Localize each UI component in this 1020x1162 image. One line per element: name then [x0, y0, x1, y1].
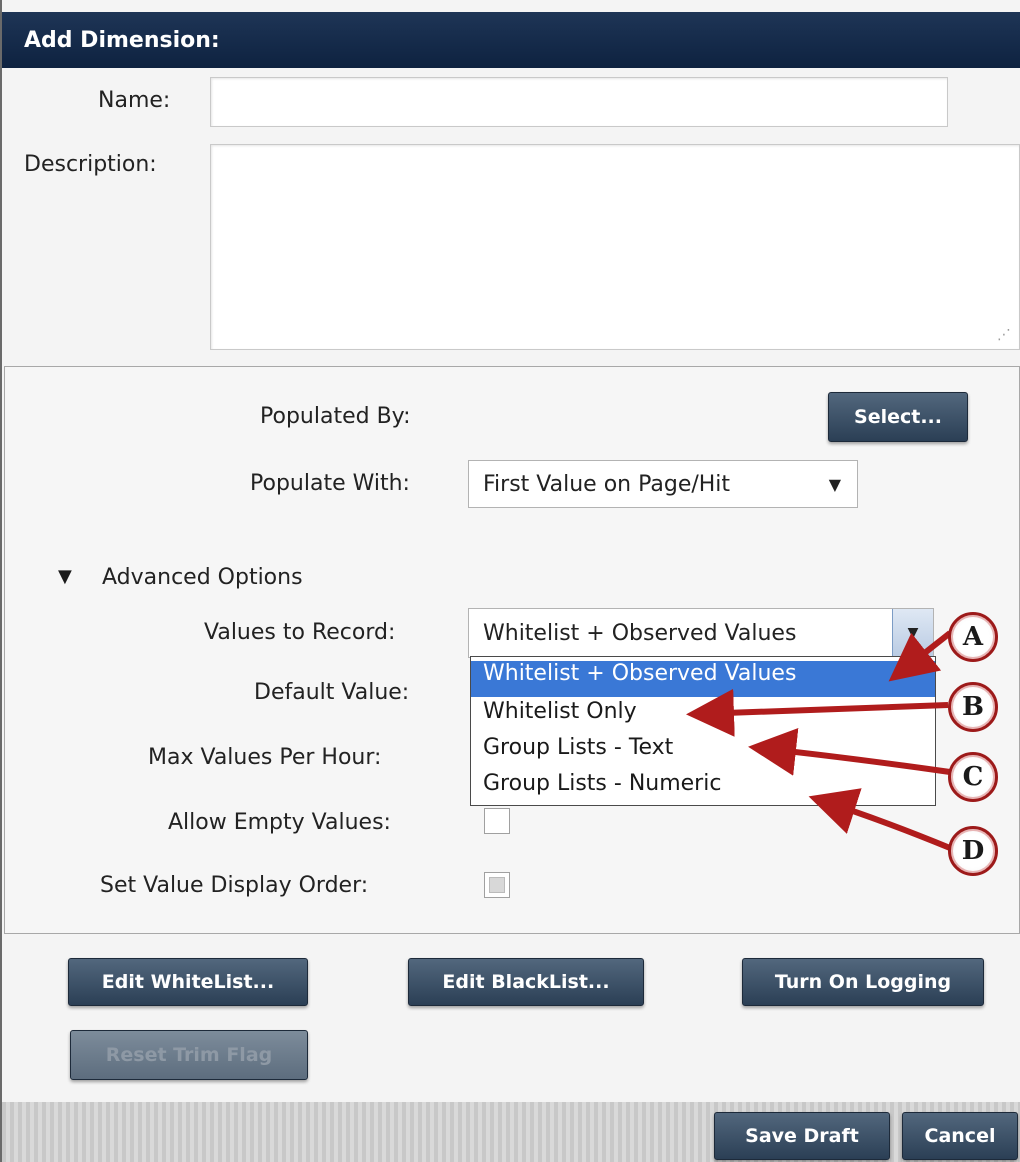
add-dimension-dialog: Add Dimension: Name: Description: ⋰ Popu…: [0, 0, 1020, 1162]
cancel-button[interactable]: Cancel: [902, 1112, 1018, 1160]
turn-on-logging-button[interactable]: Turn On Logging: [742, 958, 984, 1006]
set-value-display-order-checkbox[interactable]: [484, 872, 510, 898]
edit-blacklist-button[interactable]: Edit BlackList...: [408, 958, 644, 1006]
callout-c: C: [948, 752, 998, 802]
description-textarea[interactable]: ⋰: [210, 144, 1020, 350]
advanced-options-toggle[interactable]: Advanced Options: [102, 565, 303, 590]
chevron-down-icon[interactable]: ▼: [892, 609, 933, 657]
populated-by-label: Populated By:: [260, 404, 411, 429]
reset-trim-flag-button: Reset Trim Flag: [70, 1030, 308, 1080]
default-value-label: Default Value:: [254, 680, 410, 705]
populate-with-value: First Value on Page/Hit: [483, 471, 731, 497]
values-to-record-select[interactable]: Whitelist + Observed Values ▼: [468, 608, 934, 658]
set-value-display-order-label: Set Value Display Order:: [100, 873, 369, 898]
max-values-per-hour-label: Max Values Per Hour:: [148, 745, 382, 770]
callout-d: D: [948, 826, 998, 876]
values-to-record-label: Values to Record:: [204, 620, 396, 645]
chevron-down-icon: ▼: [828, 475, 841, 494]
save-draft-button[interactable]: Save Draft: [714, 1112, 890, 1160]
callout-b: B: [948, 682, 998, 732]
allow-empty-values-label: Allow Empty Values:: [168, 810, 391, 835]
dropdown-option-group-lists-numeric[interactable]: Group Lists - Numeric: [471, 771, 935, 807]
populate-with-select[interactable]: First Value on Page/Hit ▼: [468, 460, 858, 508]
resize-grip-icon[interactable]: ⋰: [997, 327, 1011, 343]
edit-whitelist-button[interactable]: Edit WhiteList...: [68, 958, 308, 1006]
dialog-title-bar: Add Dimension:: [2, 12, 1020, 68]
allow-empty-values-checkbox[interactable]: [484, 808, 510, 834]
values-to-record-dropdown-list: Whitelist + Observed Values Whitelist On…: [470, 656, 936, 806]
dropdown-option-group-lists-text[interactable]: Group Lists - Text: [471, 735, 935, 771]
description-label: Description:: [24, 152, 157, 177]
name-label: Name:: [98, 88, 171, 113]
populate-with-label: Populate With:: [250, 471, 410, 496]
dialog-title: Add Dimension:: [24, 28, 220, 53]
select-button[interactable]: Select...: [828, 392, 968, 442]
dropdown-option-whitelist-only[interactable]: Whitelist Only: [471, 699, 935, 735]
dropdown-option-whitelist-observed[interactable]: Whitelist + Observed Values: [471, 661, 935, 697]
name-input[interactable]: [210, 77, 948, 127]
values-to-record-value: Whitelist + Observed Values: [483, 620, 797, 646]
expand-triangle-icon[interactable]: ▼: [58, 566, 72, 587]
callout-a: A: [948, 612, 998, 662]
